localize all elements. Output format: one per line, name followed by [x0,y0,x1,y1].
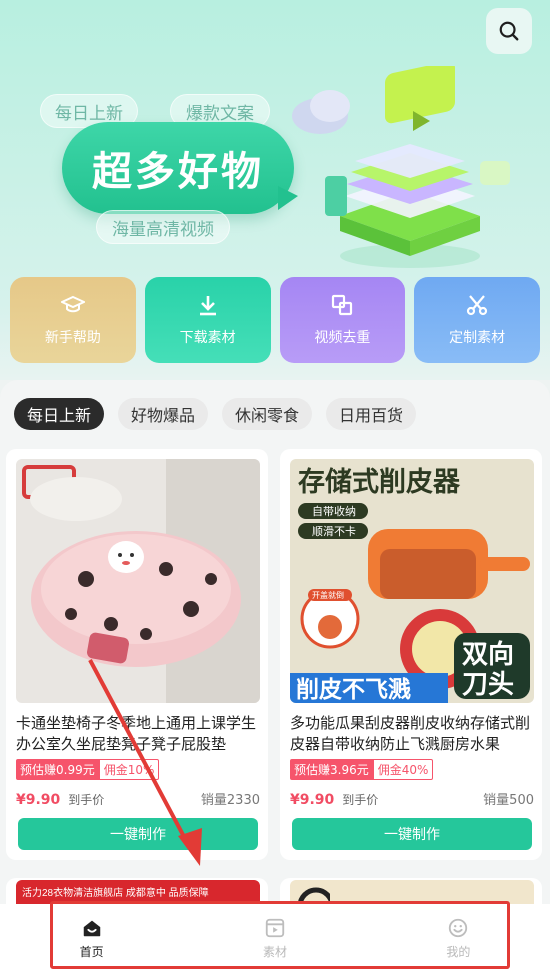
product-card[interactable]: 卡通坐垫椅子冬季地上通用上课学生办公室久坐屁垫凳子凳子屁股垫 预估赚0.99元 … [6,449,268,860]
banner-headline: 超多好物 [62,122,294,214]
sales-count: 销量2330 [200,793,260,808]
commission-badge: 佣金40% [372,759,434,780]
category-tabs: 每日上新 好物爆品 休闲零食 日用百货 [14,398,417,430]
peek-shape [297,887,335,908]
scissors-icon [465,293,489,317]
quick-action-custom[interactable]: 定制素材 [414,277,540,363]
one-click-make-button[interactable]: 一键制作 [18,818,258,850]
quick-action-label: 新手帮助 [44,330,101,346]
home-icon [83,920,100,937]
price-row: ¥9.90 到手价 销量500 [290,789,534,808]
nav-materials[interactable]: 素材 [183,904,366,973]
price-label: 到手价 [342,793,379,807]
product-badges: 预估赚3.96元 佣金40% [290,759,434,780]
image-headline: 存储式削皮器 [298,467,461,497]
quick-action-help[interactable]: 新手帮助 [10,277,136,363]
hero-banner: 每日上新 爆款文案 超多好物 海量高清视频 新手帮助 下载素材 视频去重 定制素… [0,0,550,380]
tab-snacks[interactable]: 休闲零食 [222,398,313,430]
video-library-icon [265,918,285,938]
quick-action-dedupe[interactable]: 视频去重 [279,277,406,363]
quick-action-label: 视频去重 [314,330,371,346]
bottom-nav: 首页 素材 我的 [0,904,550,973]
image-bottom-left: 削皮不飞溅 [296,676,411,702]
quick-action-download[interactable]: 下载素材 [144,277,271,363]
tab-daily-goods[interactable]: 日用百货 [326,398,417,430]
sales-count: 销量500 [483,793,534,808]
search-icon [499,21,519,41]
graduation-cap-icon [60,293,85,317]
duplicate-icon [330,293,354,317]
peek-text: 活力28衣物清洁旗舰店 成都意中 品质保障 [22,888,209,899]
estimated-earnings-badge: 预估赚3.96元 [290,759,373,780]
nav-label: 我的 [446,945,471,959]
nav-label: 素材 [262,945,287,959]
quick-action-label: 定制素材 [449,330,506,346]
estimated-earnings-badge: 预估赚0.99元 [16,759,99,780]
peek-banner: 活力28衣物清洁旗舰店 成都意中 品质保障 [16,880,260,906]
one-click-make-button[interactable]: 一键制作 [292,818,532,850]
image-small-tag: 开盖就倒 [312,590,344,600]
product-image-cushion[interactable] [16,459,260,703]
banner-illustration [292,66,510,268]
product-card[interactable]: 存储式削皮器 自带收纳 顺滑不卡 开盖就倒 削皮不飞溅 双向 刀头 多功能瓜果刮… [280,449,542,860]
product-price: ¥9.90 [16,792,61,808]
banner-pill-hd-video: 海量高清视频 [96,210,230,244]
tab-hot-products[interactable]: 好物爆品 [118,398,209,430]
nav-label: 首页 [79,945,104,959]
image-bottom-right-2: 刀头 [462,669,514,699]
peek-banner [290,880,534,908]
product-title: 多功能瓜果刮皮器削皮收纳存储式削皮器自带收纳防止飞溅厨房水果 [290,714,531,753]
download-icon [196,293,220,317]
product-badges: 预估赚0.99元 佣金10% [16,759,160,780]
quick-actions: 新手帮助 下载素材 视频去重 定制素材 [10,277,540,363]
quick-action-label: 下载素材 [179,330,236,346]
image-bottom-right-1: 双向 [462,639,514,669]
nav-home[interactable]: 首页 [0,904,183,973]
nav-mine[interactable]: 我的 [367,904,550,973]
commission-badge: 佣金10% [98,759,160,780]
smiley-icon [449,918,468,938]
tab-daily-new[interactable]: 每日上新 [14,398,105,430]
image-tag-1: 自带收纳 [312,504,356,518]
product-image-peeler[interactable]: 存储式削皮器 自带收纳 顺滑不卡 开盖就倒 削皮不飞溅 双向 刀头 [290,459,534,703]
search-button[interactable] [486,8,532,54]
product-price: ¥9.90 [290,792,335,808]
price-row: ¥9.90 到手价 销量2330 [16,789,260,808]
product-title: 卡通坐垫椅子冬季地上通用上课学生办公室久坐屁垫凳子凳子屁股垫 [16,714,257,753]
price-label: 到手价 [68,793,105,807]
image-tag-2: 顺滑不卡 [312,525,356,538]
